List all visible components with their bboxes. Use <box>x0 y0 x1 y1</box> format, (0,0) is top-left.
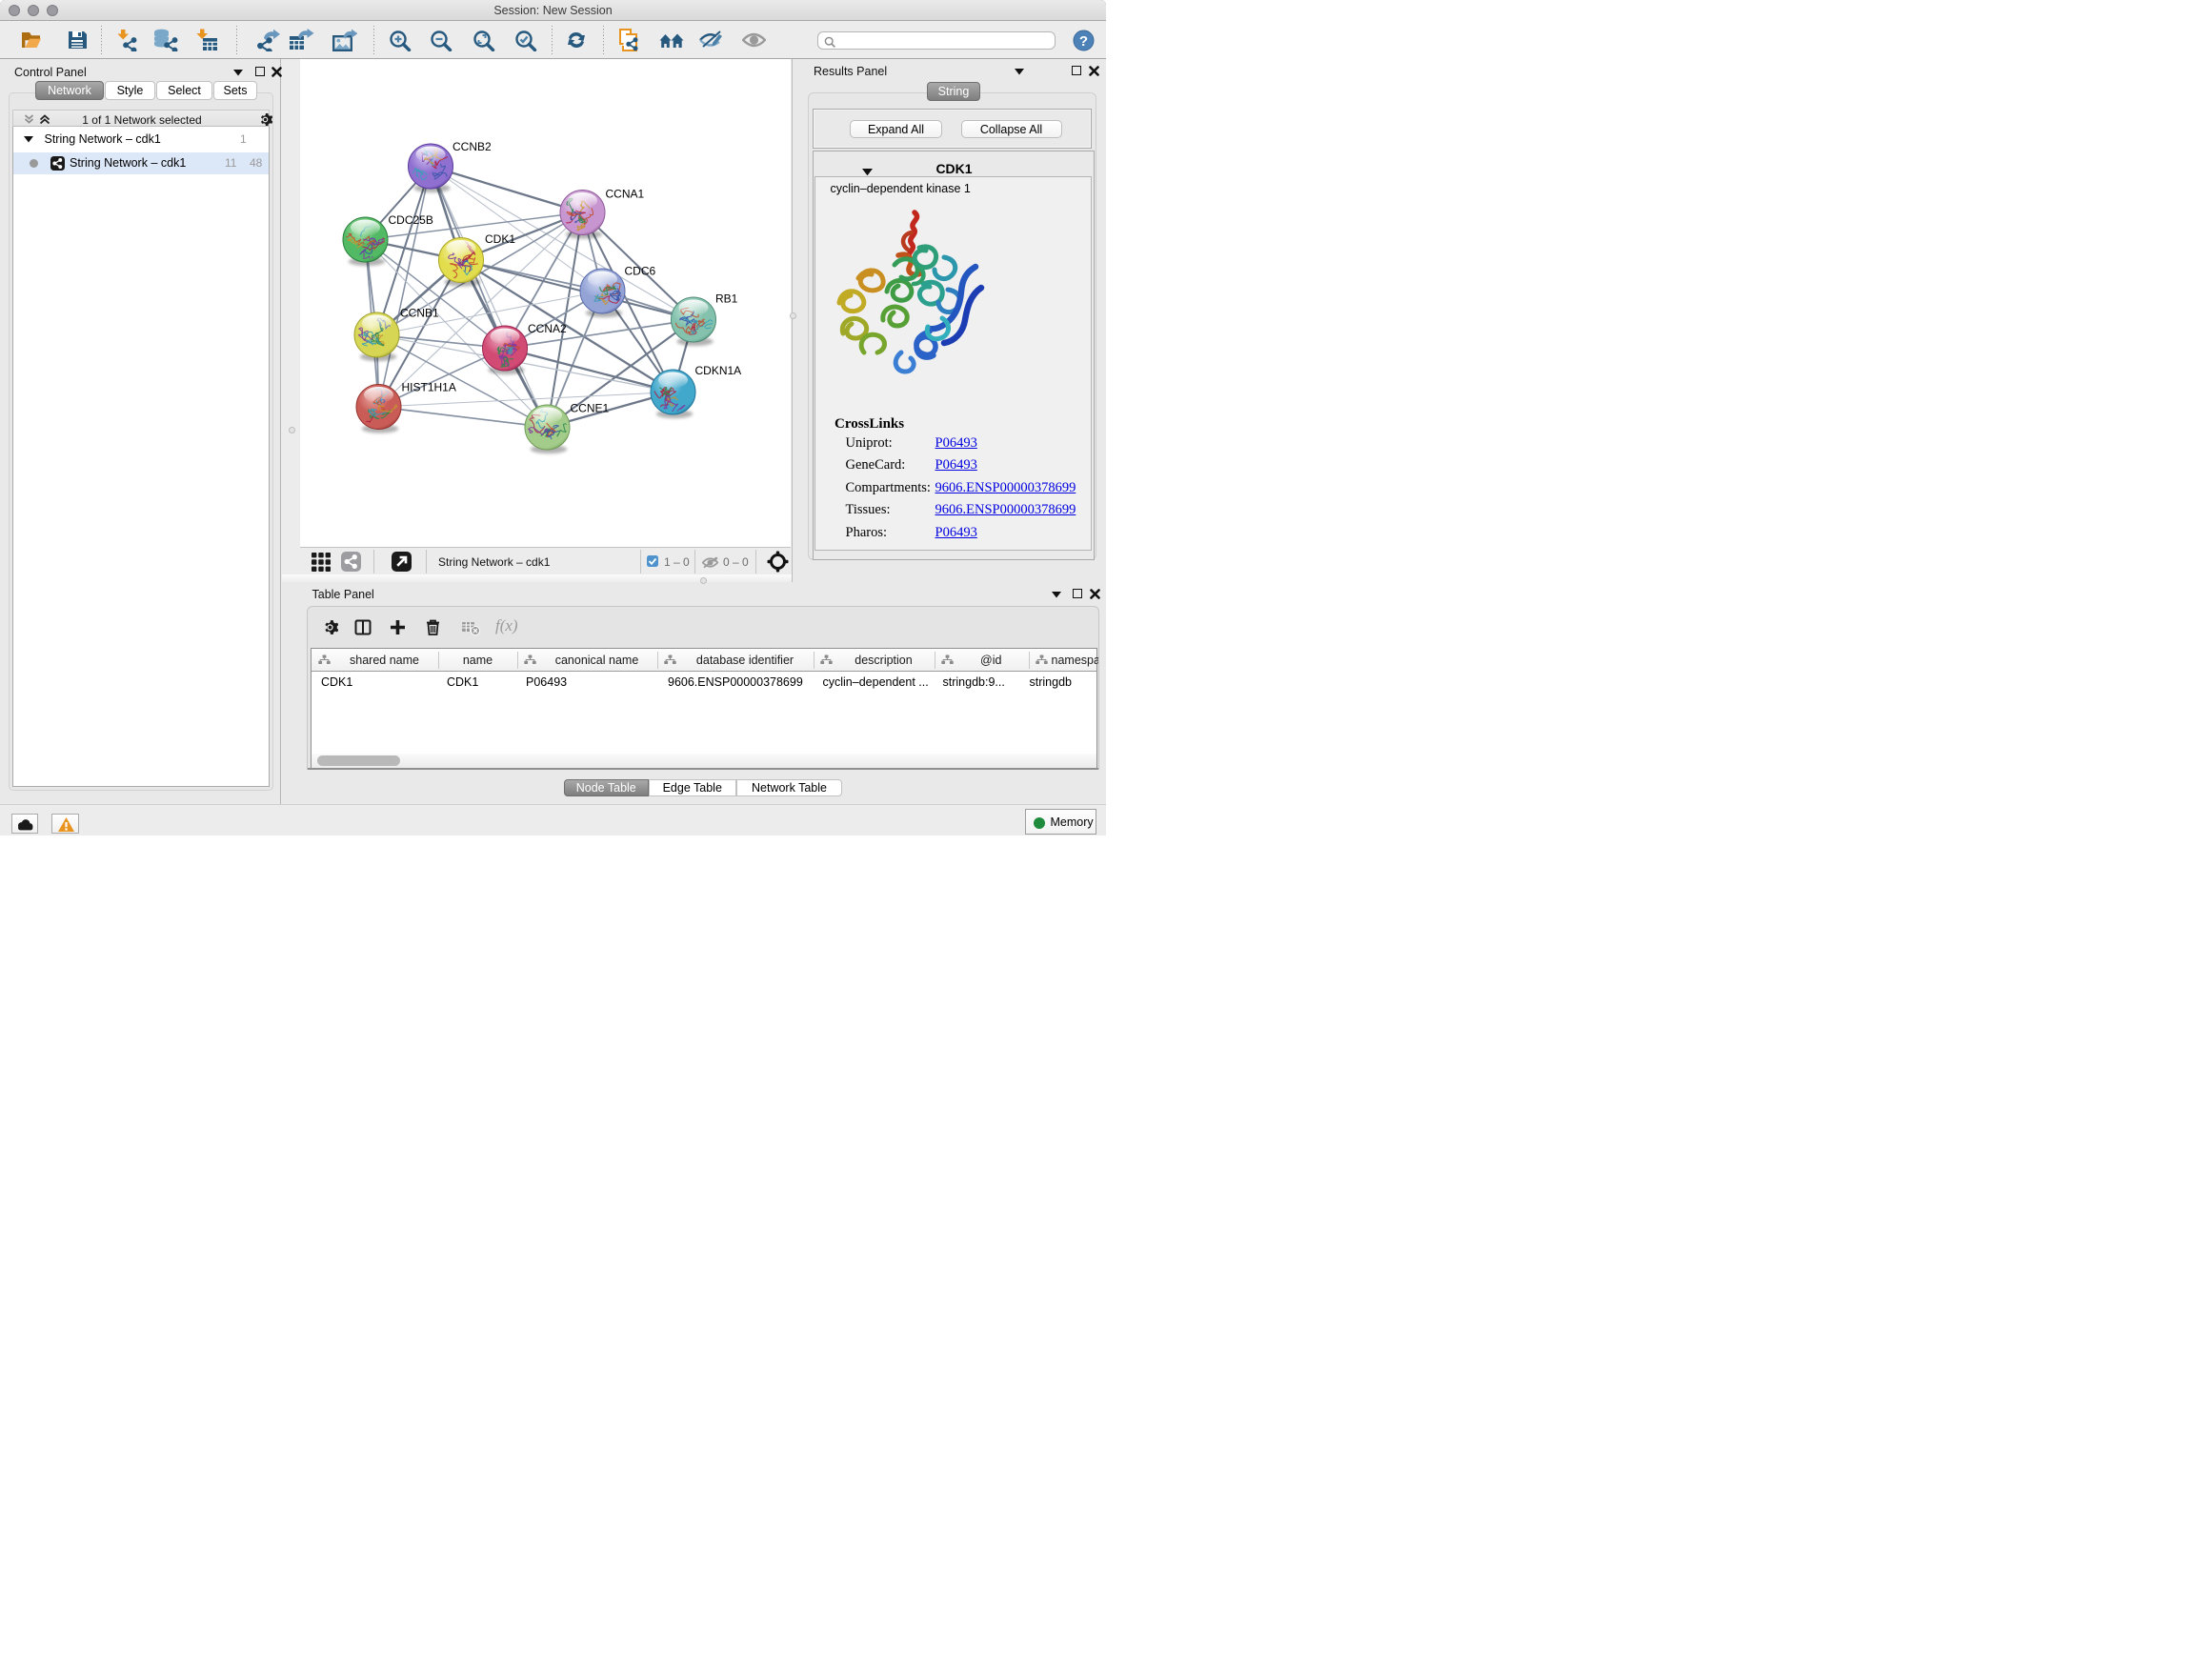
svg-text:CDC6: CDC6 <box>625 265 656 278</box>
svg-text:?: ? <box>1079 33 1088 50</box>
svg-text:CCNA2: CCNA2 <box>528 322 567 335</box>
svg-text:CCNA1: CCNA1 <box>606 188 645 201</box>
svg-text:CDC25B: CDC25B <box>389 213 433 227</box>
svg-text:CDKN1A: CDKN1A <box>695 364 742 377</box>
svg-text:CDK1: CDK1 <box>485 232 515 246</box>
svg-text:HIST1H1A: HIST1H1A <box>402 381 456 394</box>
svg-text:CCNE1: CCNE1 <box>571 402 610 415</box>
svg-text:CCNB1: CCNB1 <box>400 307 439 320</box>
svg-text:RB1: RB1 <box>715 292 738 306</box>
svg-text:CCNB2: CCNB2 <box>452 140 492 153</box>
